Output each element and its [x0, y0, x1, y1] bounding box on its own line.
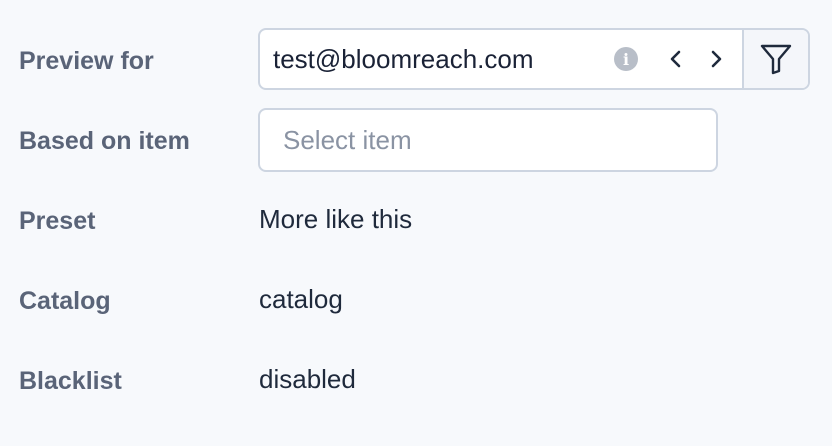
select-item-input[interactable]: [258, 108, 718, 172]
based-on-item-label: Based on item: [19, 127, 190, 155]
preview-for-control: test@bloomreach.com i: [258, 28, 810, 90]
previous-button[interactable]: [656, 30, 696, 88]
preview-for-label: Preview for: [19, 47, 154, 75]
blacklist-label: Blacklist: [19, 367, 122, 395]
chevron-left-icon: [670, 50, 681, 68]
preview-settings-panel: Preview for test@bloomreach.com i Based …: [0, 0, 832, 446]
catalog-label: Catalog: [19, 287, 111, 315]
preset-label: Preset: [19, 207, 96, 235]
next-button[interactable]: [696, 30, 736, 88]
filter-icon: [760, 44, 792, 75]
chevron-right-icon: [711, 50, 722, 68]
catalog-value: catalog: [259, 284, 343, 314]
filter-button[interactable]: [742, 30, 808, 88]
info-icon[interactable]: i: [614, 47, 638, 71]
preset-value: More like this: [259, 204, 413, 234]
blacklist-value: disabled: [259, 364, 356, 394]
preview-for-value[interactable]: test@bloomreach.com: [260, 44, 614, 75]
